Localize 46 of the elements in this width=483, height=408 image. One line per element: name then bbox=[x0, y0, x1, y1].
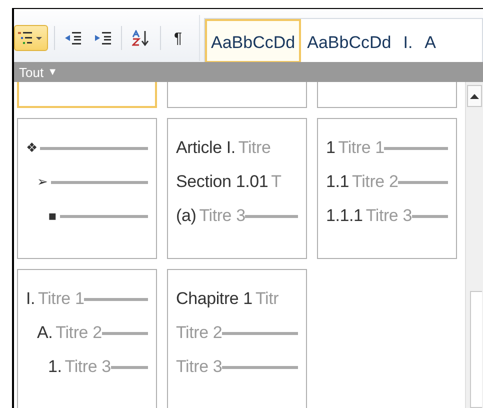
heading-sample: Titre 2 bbox=[176, 323, 222, 343]
list-number: I. bbox=[26, 289, 36, 309]
bullet-symbol: ❖ bbox=[26, 140, 38, 156]
filter-label: Tout bbox=[19, 64, 44, 80]
heading-sample: T bbox=[271, 172, 282, 192]
heading-sample: Titre bbox=[238, 138, 271, 158]
list-number: Article I. bbox=[176, 138, 236, 158]
show-marks-button[interactable]: ¶ bbox=[167, 25, 189, 51]
scrollbar[interactable] bbox=[465, 82, 483, 408]
list-style-card[interactable]: Article I. Titre Section 1.01 T (a) Titre 3 bbox=[167, 118, 307, 259]
list-number: 1.1.1 bbox=[326, 206, 363, 226]
sort-icon bbox=[132, 30, 150, 46]
list-number: (a) bbox=[176, 206, 196, 226]
heading-sample: Titre 1 bbox=[38, 289, 84, 309]
list-style-card[interactable]: ❖ ➢ ▪ bbox=[17, 118, 157, 259]
heading-sample: Titre 3 bbox=[199, 206, 246, 226]
heading-sample: Titre 1 bbox=[338, 138, 384, 158]
bullet-symbol: ▪ bbox=[48, 208, 57, 224]
heading-sample: Titre 2 bbox=[352, 172, 398, 192]
multilevel-button[interactable] bbox=[14, 25, 48, 51]
scroll-up-button[interactable] bbox=[467, 85, 482, 107]
heading-sample: Titre 3 bbox=[366, 206, 412, 226]
heading-sample: Titre 2 bbox=[56, 323, 102, 343]
up-arrow-icon bbox=[470, 94, 479, 98]
bullet-symbol: ➢ bbox=[37, 174, 48, 190]
style-preview[interactable]: I. bbox=[397, 19, 419, 63]
list-number: 1. bbox=[48, 357, 62, 377]
list-style-card[interactable]: 1 Titre 1 1.1 Titre 2 1.1.1 Titre 3 bbox=[317, 118, 457, 259]
heading-sample: Titre 3 bbox=[64, 357, 111, 377]
multilevel-list-icon bbox=[18, 31, 44, 45]
list-number: 1.1 bbox=[326, 172, 350, 192]
list-number: Chapitre 1 bbox=[176, 289, 252, 309]
list-number: A. bbox=[37, 323, 53, 343]
list-number: Section 1.01 bbox=[176, 172, 268, 192]
scroll-thumb[interactable] bbox=[470, 291, 482, 408]
list-style-card[interactable]: I. Titre 1 A. Titre 2 1. Titre 3 bbox=[17, 269, 157, 408]
heading-sample: Titr bbox=[255, 289, 279, 309]
decrease-indent-icon bbox=[65, 31, 81, 45]
list-style-card[interactable]: Chapitre 1 Titr Titre 2 Titre 3 bbox=[167, 269, 307, 408]
list-number: 1 bbox=[326, 138, 336, 158]
style-preview[interactable]: AaBbCcDd bbox=[301, 19, 398, 63]
increase-indent-icon bbox=[95, 31, 111, 45]
heading-sample: Titre 3 bbox=[176, 357, 222, 377]
caret-icon: ▼ bbox=[48, 66, 58, 78]
style-preview[interactable]: A bbox=[418, 19, 442, 63]
style-preview[interactable]: AaBbCcDd bbox=[205, 19, 302, 63]
